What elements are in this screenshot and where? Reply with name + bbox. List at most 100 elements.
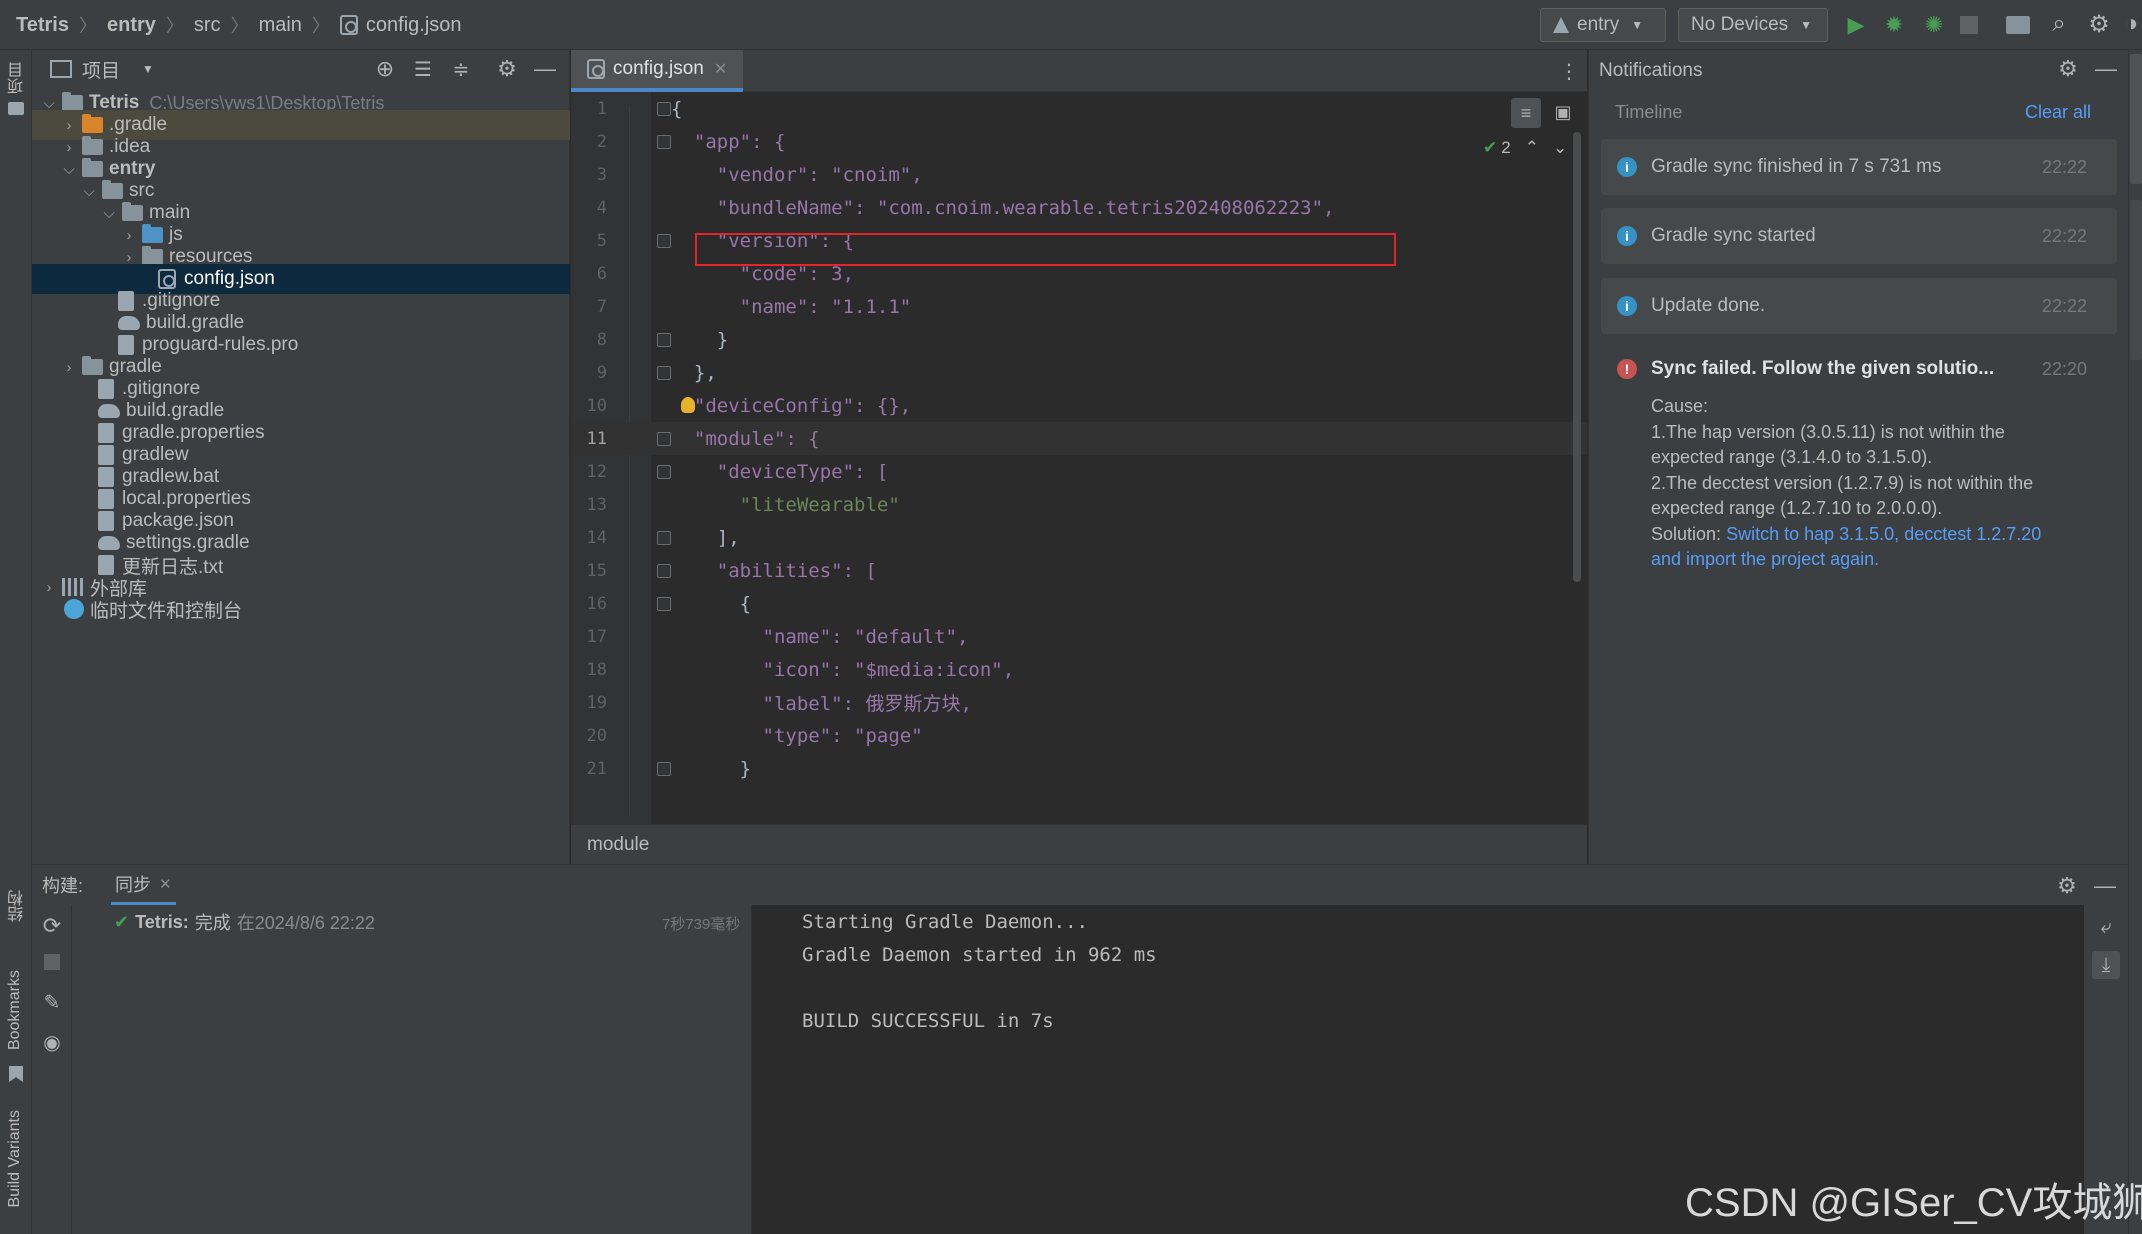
hide-panel-icon[interactable]: — <box>2092 873 2118 899</box>
module-folder-icon <box>62 92 83 111</box>
settings-gear-icon[interactable]: ⚙ <box>2054 873 2080 899</box>
build-variants-tool-button[interactable]: Build Variants <box>6 1110 24 1208</box>
code-text: { <box>671 97 683 120</box>
line-number: 5 <box>596 230 607 251</box>
solution-link[interactable]: and import the project again. <box>1651 547 2111 573</box>
fold-icon[interactable] <box>657 761 671 776</box>
module-icon <box>1553 17 1569 33</box>
more-options-icon[interactable]: ⋮ <box>1559 58 1579 84</box>
bookmark-icon <box>9 1066 23 1082</box>
check-icon: ✔ <box>1483 138 1498 157</box>
folder-icon <box>122 202 143 221</box>
inspection-widget[interactable]: ✔ 2 ⌃ ⌄ <box>1483 138 1567 158</box>
pin-icon[interactable]: ✎ <box>39 989 65 1015</box>
expand-all-icon[interactable]: ☰ <box>410 56 436 82</box>
scroll-to-end-icon[interactable]: ⤓ <box>2092 951 2120 979</box>
soft-wrap-icon[interactable]: ⤶ <box>2092 913 2120 941</box>
gradle-tool-button[interactable] <box>2130 200 2142 360</box>
code-text: "name": "1.1.1" <box>671 295 912 318</box>
fold-icon[interactable] <box>657 332 671 347</box>
fold-icon[interactable] <box>657 530 671 545</box>
notifications-tool-button[interactable] <box>2130 54 2142 184</box>
line-number: 8 <box>596 329 607 350</box>
stop-icon[interactable] <box>44 954 60 970</box>
folder-icon <box>82 136 103 155</box>
settings-gear-icon[interactable]: ⚙ <box>2086 10 2112 38</box>
cause-label: Cause: <box>1651 396 1709 416</box>
project-tool-button[interactable]: 项目 <box>6 62 30 94</box>
editor-breadcrumb-item[interactable]: module <box>587 834 649 856</box>
fold-icon[interactable] <box>657 596 671 611</box>
collapse-all-icon[interactable]: ≑ <box>448 56 474 82</box>
editor-scrollbar[interactable] <box>1573 132 1581 582</box>
code-line: 9 }, <box>571 356 1587 389</box>
chevron-down-icon[interactable]: ⌄ <box>1553 138 1567 158</box>
tab-sync[interactable]: 同步 ✕ <box>111 865 176 905</box>
line-number: 12 <box>586 461 607 482</box>
chevron-down-icon[interactable]: ▼ <box>142 62 154 76</box>
structure-tool-button[interactable]: 结构 <box>6 890 30 922</box>
project-view-select[interactable]: 项目 <box>82 56 120 83</box>
fold-icon[interactable] <box>657 464 671 479</box>
hide-panel-icon[interactable]: — <box>532 56 558 82</box>
notification-item[interactable]: i Update done. 22:22 <box>1601 278 2117 334</box>
fold-icon[interactable] <box>657 431 671 446</box>
editor-tabs: config.json ✕ ⋮ <box>571 50 1587 92</box>
breadcrumb-project[interactable]: Tetris <box>16 14 69 37</box>
code-text: "liteWearable" <box>671 493 900 516</box>
chevron-up-icon[interactable]: ⌃ <box>1525 138 1539 158</box>
breadcrumb-file[interactable]: config.json <box>366 14 462 37</box>
sync-icon[interactable]: ⟳ <box>39 913 65 939</box>
eye-icon[interactable]: ◉ <box>39 1029 65 1055</box>
breadcrumb-main[interactable]: main <box>259 14 302 37</box>
code-line: 14 ], <box>571 521 1587 554</box>
notification-time: 22:22 <box>2041 295 2087 316</box>
error-text: expected range (3.1.4.0 to 3.1.5.0). <box>1651 447 1933 467</box>
tab-config-json[interactable]: config.json ✕ <box>571 50 744 92</box>
attach-debugger-icon[interactable]: ✺ <box>1921 12 1947 38</box>
line-number: 13 <box>586 494 607 515</box>
debug-icon[interactable]: ✹ <box>1881 12 1907 38</box>
run-config-select[interactable]: entry ▼ <box>1540 8 1666 42</box>
close-tab-icon[interactable]: ✕ <box>159 875 172 893</box>
tree-item-scratches[interactable]: 临时文件和控制台 <box>32 594 570 624</box>
notification-item[interactable]: i Gradle sync finished in 7 s 731 ms 22:… <box>1601 139 2117 195</box>
account-icon[interactable]: ◑ <box>2120 10 2142 38</box>
fold-icon[interactable] <box>657 101 671 116</box>
project-structure-icon[interactable] <box>2006 16 2030 34</box>
hide-panel-icon[interactable]: — <box>2093 56 2119 82</box>
code-text: "abilities": [ <box>671 559 877 582</box>
breadcrumb-module[interactable]: entry <box>107 14 156 37</box>
chevron-down-icon: ▼ <box>1631 18 1644 32</box>
code-line: 15 "abilities": [ <box>571 554 1587 587</box>
stop-icon[interactable] <box>1960 16 1978 34</box>
search-icon[interactable]: ⌕ <box>2046 10 2072 38</box>
line-number: 15 <box>586 560 607 581</box>
breadcrumb-src[interactable]: src <box>194 14 221 37</box>
clear-all-link[interactable]: Clear all <box>2025 102 2091 123</box>
solution-link[interactable]: Switch to hap 3.1.5.0, decctest 1.2.7.20 <box>1726 524 2041 544</box>
code-text: } <box>671 757 752 780</box>
line-number: 16 <box>586 593 607 614</box>
code-editor[interactable]: 1 { 2 "app": { 3 "vendor": "cnoim", 4 "b… <box>571 92 1587 824</box>
line-number: 9 <box>596 362 607 383</box>
locate-file-icon[interactable]: ⊕ <box>372 56 398 82</box>
settings-gear-icon[interactable]: ⚙ <box>494 56 520 82</box>
fold-icon[interactable] <box>657 134 671 149</box>
device-select[interactable]: No Devices ▼ <box>1678 8 1828 42</box>
close-tab-icon[interactable]: ✕ <box>714 59 727 79</box>
notification-item[interactable]: i Gradle sync started 22:22 <box>1601 208 2117 264</box>
bookmarks-tool-button[interactable]: Bookmarks <box>6 970 24 1050</box>
reader-mode-icon[interactable]: ≡ <box>1511 98 1541 128</box>
info-icon: i <box>1617 296 1637 316</box>
run-icon[interactable]: ▶ <box>1843 12 1869 38</box>
code-line: 2 "app": { <box>571 125 1587 158</box>
fold-icon[interactable] <box>657 365 671 380</box>
fold-icon[interactable] <box>657 233 671 248</box>
build-task-row[interactable]: ✔ Tetris: 完成 在2024/8/6 22:22 <box>114 907 375 937</box>
settings-gear-icon[interactable]: ⚙ <box>2055 56 2081 82</box>
fold-icon[interactable] <box>657 563 671 578</box>
code-text: "name": "default", <box>671 625 969 648</box>
preview-image-icon[interactable]: ▣ <box>1551 100 1575 124</box>
code-text: "app": { <box>671 130 786 153</box>
